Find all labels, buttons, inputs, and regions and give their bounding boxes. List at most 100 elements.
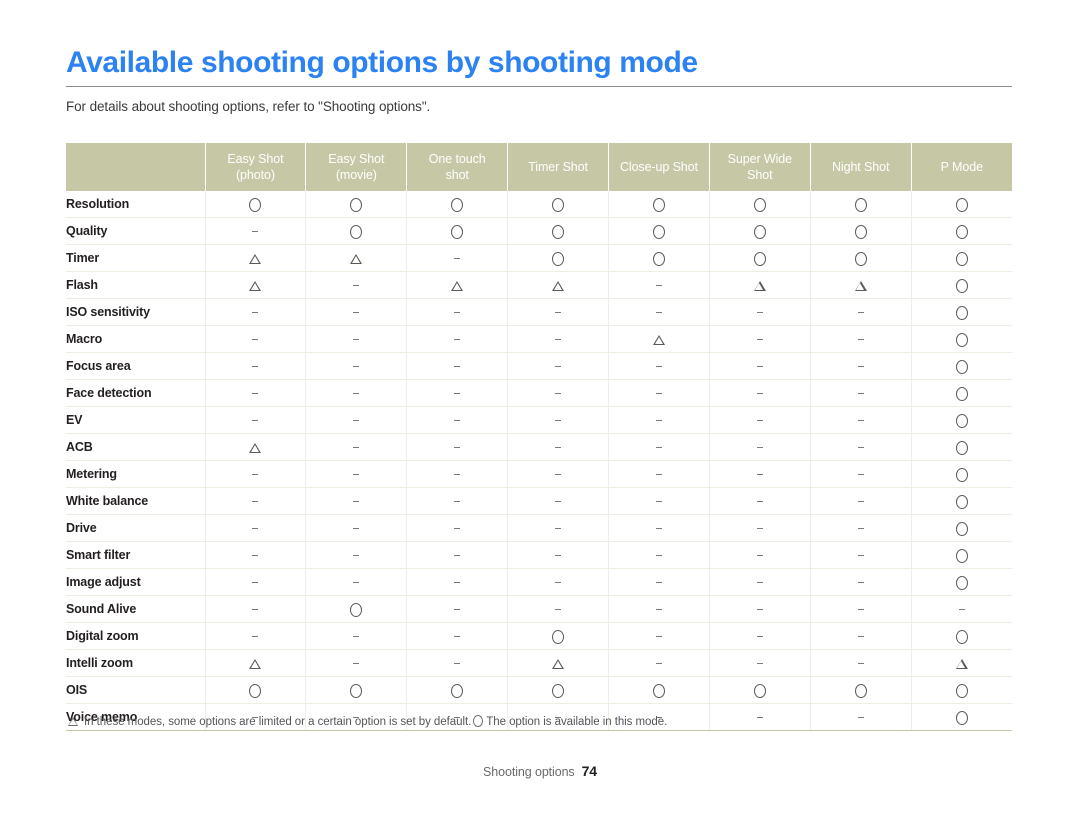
dash-icon bbox=[454, 581, 461, 583]
dash-icon bbox=[252, 365, 259, 367]
row-label: Intelli zoom bbox=[66, 649, 206, 677]
dash-icon bbox=[857, 419, 864, 421]
table-cell bbox=[911, 514, 1012, 542]
table-row: Smart filter bbox=[66, 541, 1012, 569]
table-cell bbox=[305, 595, 408, 623]
table-cell bbox=[205, 676, 307, 704]
circle-icon bbox=[552, 197, 565, 212]
row-label: Drive bbox=[66, 514, 206, 542]
dash-icon bbox=[252, 473, 259, 475]
dash-icon bbox=[857, 473, 864, 475]
table-cell bbox=[205, 406, 307, 434]
table-cell bbox=[305, 433, 408, 461]
circle-icon bbox=[552, 683, 565, 698]
table-cell bbox=[608, 541, 710, 569]
table-cell bbox=[305, 406, 408, 434]
table-cell bbox=[709, 487, 811, 515]
dash-icon bbox=[756, 365, 763, 367]
dash-icon bbox=[857, 662, 864, 664]
triangle-icon bbox=[350, 253, 363, 264]
dash-icon bbox=[655, 527, 662, 529]
table-cell bbox=[507, 433, 609, 461]
table-cell bbox=[709, 433, 811, 461]
dash-icon bbox=[454, 338, 461, 340]
table-cell bbox=[911, 406, 1012, 434]
circle-icon bbox=[955, 440, 968, 455]
dash-icon bbox=[252, 500, 259, 502]
table-cell bbox=[305, 676, 408, 704]
dash-icon bbox=[353, 311, 360, 313]
table-cell bbox=[911, 649, 1012, 677]
circle-icon bbox=[955, 251, 968, 266]
table-cell bbox=[406, 298, 509, 326]
circle-icon bbox=[552, 251, 565, 266]
dash-icon bbox=[353, 419, 360, 421]
table-row: Timer bbox=[66, 244, 1012, 272]
dash-icon bbox=[756, 338, 763, 340]
table-cell bbox=[205, 217, 307, 245]
dash-icon bbox=[857, 581, 864, 583]
dash-icon bbox=[655, 554, 662, 556]
circle-icon bbox=[955, 359, 968, 374]
circle-icon bbox=[652, 224, 665, 239]
table-cell bbox=[305, 460, 408, 488]
table-cell bbox=[205, 433, 307, 461]
circle-icon bbox=[854, 251, 867, 266]
table-cell bbox=[810, 514, 912, 542]
dash-icon bbox=[857, 608, 864, 610]
table-cell bbox=[709, 298, 811, 326]
table-cell bbox=[911, 298, 1012, 326]
table-cell bbox=[709, 191, 811, 218]
circle-icon bbox=[753, 683, 766, 698]
table-cell bbox=[911, 433, 1012, 461]
dash-icon bbox=[655, 419, 662, 421]
table-cell bbox=[507, 595, 609, 623]
table-row: Image adjust bbox=[66, 568, 1012, 596]
circle-icon bbox=[652, 683, 665, 698]
column-header-line1: One touch bbox=[428, 152, 486, 166]
dash-icon bbox=[655, 500, 662, 502]
circle-icon bbox=[350, 602, 363, 617]
column-header-line1: P Mode bbox=[940, 160, 983, 174]
table-cell bbox=[709, 622, 811, 650]
page-title: Available shooting options by shooting m… bbox=[66, 46, 698, 79]
triangle-icon bbox=[249, 658, 262, 669]
circle-icon bbox=[249, 197, 262, 212]
table-cell bbox=[911, 379, 1012, 407]
table-cell bbox=[709, 244, 811, 272]
table-cell bbox=[406, 244, 509, 272]
circle-icon bbox=[652, 197, 665, 212]
dash-icon bbox=[756, 554, 763, 556]
dash-icon bbox=[353, 338, 360, 340]
dash-icon bbox=[756, 581, 763, 583]
table-cell bbox=[507, 568, 609, 596]
table-cell bbox=[608, 352, 710, 380]
dash-icon bbox=[252, 338, 259, 340]
column-header-7: Night Shot bbox=[810, 143, 912, 191]
row-label: Timer bbox=[66, 244, 206, 272]
manual-page: Available shooting options by shooting m… bbox=[0, 0, 1080, 815]
circle-icon bbox=[552, 629, 565, 644]
dash-icon bbox=[353, 365, 360, 367]
table-cell bbox=[709, 325, 811, 353]
table-cell bbox=[507, 298, 609, 326]
dash-icon bbox=[353, 662, 360, 664]
table-cell bbox=[406, 271, 509, 299]
circle-icon bbox=[473, 715, 484, 727]
table-cell bbox=[709, 406, 811, 434]
row-label: Resolution bbox=[66, 191, 206, 218]
triangle-icon bbox=[552, 658, 565, 669]
column-header-line2: Shot bbox=[747, 168, 773, 182]
table-row: Focus area bbox=[66, 352, 1012, 380]
column-header-line1: Night Shot bbox=[832, 160, 890, 174]
table-body: Resolution Quality Timer Flash ISO sensitivi… bbox=[66, 191, 1012, 731]
table-cell bbox=[507, 379, 609, 407]
table-cell bbox=[406, 649, 509, 677]
table-cell bbox=[507, 325, 609, 353]
table-cell bbox=[205, 514, 307, 542]
table-cell bbox=[507, 676, 609, 704]
circle-icon bbox=[451, 224, 464, 239]
circle-icon bbox=[955, 332, 968, 347]
dash-icon bbox=[555, 311, 562, 313]
circle-icon bbox=[854, 197, 867, 212]
